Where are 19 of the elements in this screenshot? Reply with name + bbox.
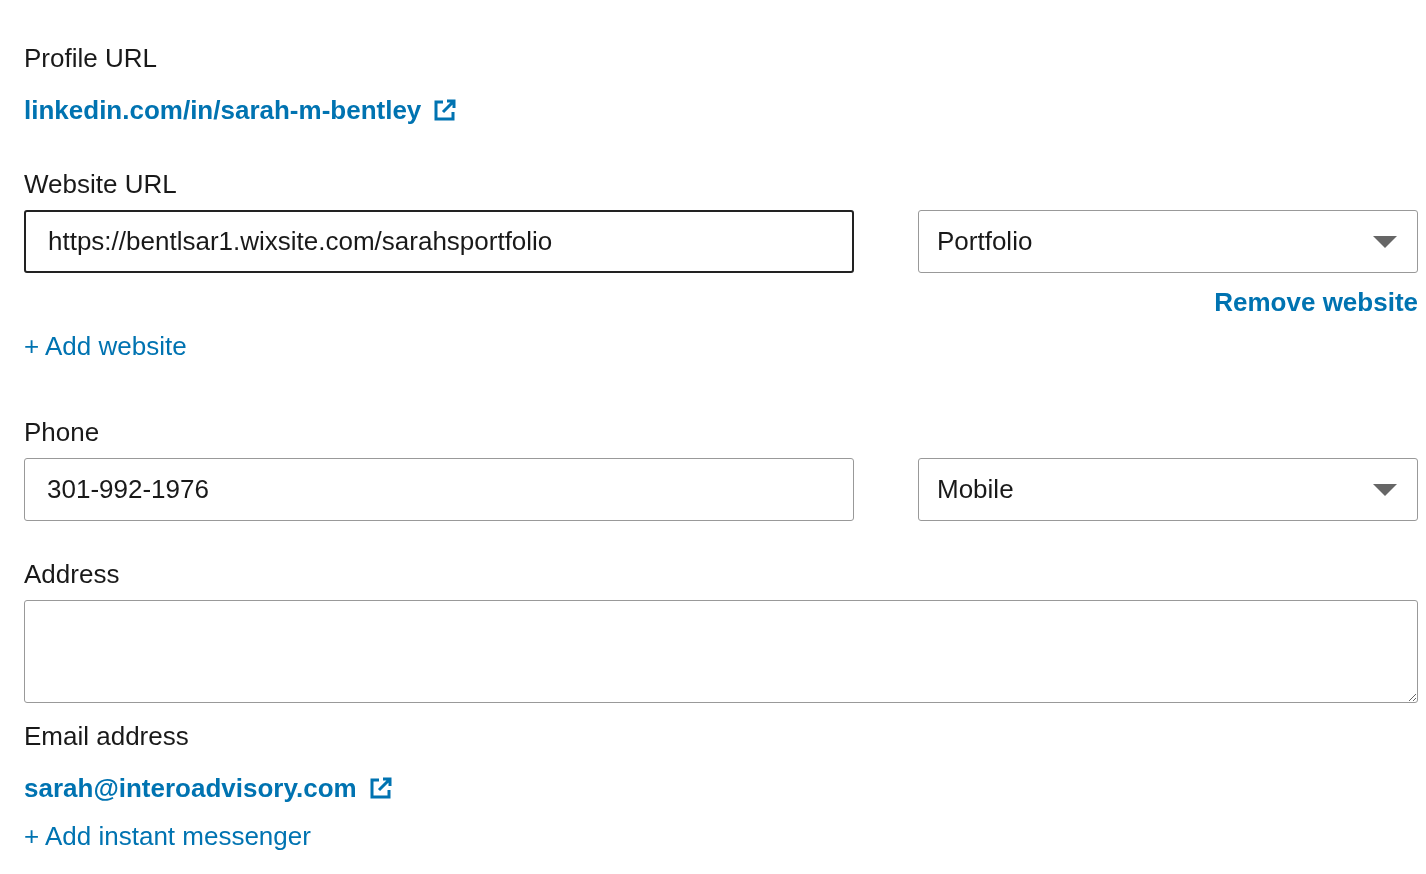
profile-link[interactable]: linkedin.com/in/sarah-m-bentley	[24, 92, 458, 128]
address-input-field[interactable]	[24, 600, 1418, 703]
field-label: Phone	[24, 416, 100, 449]
type-select[interactable]: Portfolio	[918, 210, 1418, 273]
add-website-link[interactable]: + Add website	[24, 328, 187, 364]
external-link-icon	[433, 98, 458, 122]
field-label: Email address	[24, 720, 189, 753]
type-select[interactable]: Mobile	[918, 458, 1418, 521]
caret-icon	[1373, 483, 1397, 496]
field-label: Website URL	[24, 168, 177, 201]
external-link-icon	[368, 776, 393, 800]
phone-input-field[interactable]: 301-992-1976	[24, 458, 854, 521]
add-messenger-link[interactable]: + Add instant messenger	[24, 818, 311, 854]
field-label: Address	[24, 558, 120, 591]
url-input-field[interactable]: https://bentlsar1.wixsite.com/sarahsportfolio	[24, 210, 854, 273]
email-link[interactable]: sarah@interoadvisory.com	[24, 770, 393, 806]
remove-website-link[interactable]: Remove website	[1214, 284, 1418, 320]
field-label: Profile URL	[24, 42, 157, 75]
caret-icon	[1373, 235, 1397, 248]
